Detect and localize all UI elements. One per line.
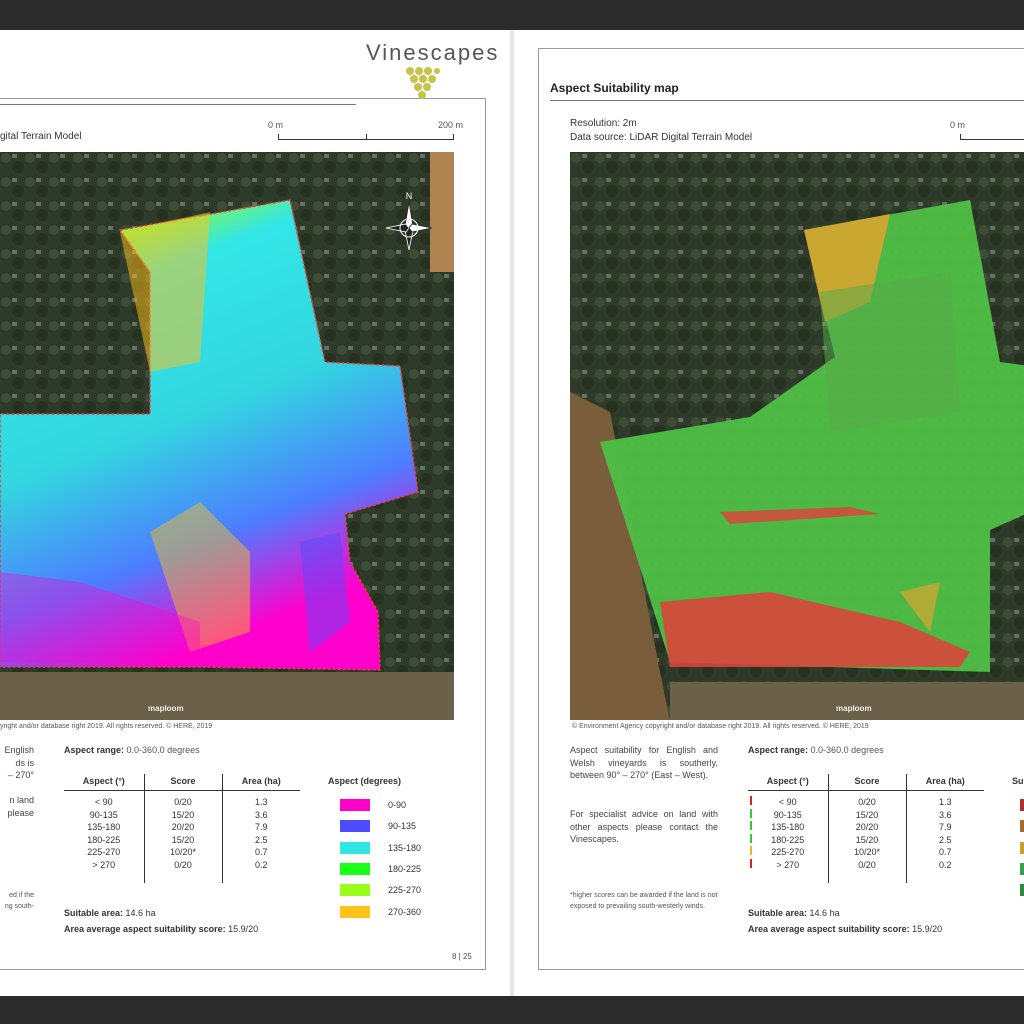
scale-start: 0 m: [268, 120, 284, 130]
table-row: 225-270 10/20* 0.7: [64, 846, 300, 859]
aspect-score-table: Aspect (°) Score Area (ha) < 90 0/20 1.3 9…: [64, 774, 300, 883]
scale-start: 0 m: [950, 120, 966, 130]
scale-bar: 0 m 200 m: [264, 120, 474, 140]
grapes-logo-icon: [406, 67, 440, 99]
header-rule: [0, 104, 356, 105]
footnote: *higher scores can be awarded if the lan…: [570, 892, 718, 910]
score-flag: [750, 808, 752, 818]
legend-label: 135-180: [388, 842, 422, 853]
table-row: 90-135 15/20 3.6: [748, 808, 984, 821]
vinescapes-logo: Vinescapes: [366, 40, 500, 65]
aspect-score-table: Aspect (°) Score Area (ha) < 90 0/20 1.3 9…: [748, 774, 984, 883]
page-number: 8 | 25: [452, 952, 472, 961]
side-description: English ds is – 270° n land please: [4, 745, 34, 818]
table-row: < 90 0/20 1.3: [64, 790, 300, 809]
legend-swatch: [340, 905, 370, 918]
table-row: 180-225 15/20 2.5: [748, 833, 984, 846]
score-flag: [750, 858, 752, 868]
score-flag: [750, 796, 752, 805]
north-label: N: [406, 191, 413, 201]
table-row: 135-180 20/20 7.9: [64, 821, 300, 834]
specialist-advice-text: For specialist advice on land with other…: [570, 809, 718, 844]
legend-label: 225-270: [388, 885, 422, 896]
viewer-top-bar: [0, 0, 1024, 30]
legend-swatch: [1020, 862, 1024, 875]
map-watermark: maploom: [148, 704, 184, 713]
legend-label: 90-135: [388, 821, 417, 832]
score-flag: [750, 833, 752, 843]
legend-item: 270-360: [340, 905, 422, 918]
copyright-note: © Environment Agency copyright and/or da…: [572, 723, 869, 730]
table-row: 225-270 10/20* 0.7: [748, 846, 984, 859]
legend-swatch: [1020, 884, 1024, 897]
footnote-partial: ed if the ng south-: [4, 892, 34, 910]
compass-rose-icon: N: [385, 191, 433, 251]
suitable-area: Suitable area: 14.6 ha: [748, 908, 840, 918]
left-page: Vinescapes gital Terrain Model 0 m 200 m: [0, 30, 510, 996]
scale-end: 200 m: [438, 120, 464, 130]
resolution-label: Resolution: 2m: [570, 118, 637, 129]
legend-swatch: [340, 841, 370, 854]
average-score: Area average aspect suitability score: 1…: [64, 924, 259, 934]
table-row: > 270 0/20 0.2: [64, 858, 300, 883]
legend-label: 270-360: [388, 906, 422, 917]
header-rule: [550, 100, 1024, 101]
aspect-suitability-description: Aspect suitability for English and Welsh…: [570, 745, 718, 780]
legend-swatch: [1020, 841, 1024, 854]
legend-swatch: [1020, 799, 1024, 811]
table-row: 135-180 20/20 7.9: [748, 821, 984, 834]
table-row: < 90 0/20 1.3: [748, 790, 984, 809]
page-title: Aspect Suitability map: [550, 81, 679, 95]
legend-swatch: [340, 884, 370, 897]
table-row: 90-135 15/20 3.6: [64, 808, 300, 821]
legend-title: Su: [1012, 776, 1024, 786]
legend-item: 180-225: [340, 862, 422, 875]
average-score: Area average aspect suitability score: 1…: [748, 924, 943, 934]
viewer-bottom-bar: [0, 996, 1024, 1024]
data-source-label: Data source: LiDAR Digital Terrain Model: [570, 132, 753, 143]
copyright-note: yright and/or database right 2019. All r…: [0, 723, 213, 730]
legend-swatch: [340, 799, 370, 811]
table-row: > 270 0/20 0.2: [748, 858, 984, 883]
suitable-area: Suitable area: 14.6 ha: [64, 908, 156, 918]
legend-item: 90-135: [340, 820, 417, 833]
legend-item: 135-180: [340, 841, 422, 854]
table-row: 180-225 15/20 2.5: [64, 833, 300, 846]
score-flag: [750, 821, 752, 830]
map-watermark: maploom: [836, 704, 872, 713]
legend-item: 0-90: [340, 799, 406, 811]
scale-bar: 0 m: [950, 120, 1024, 140]
legend-label: 180-225: [388, 863, 422, 874]
legend-title: Aspect (degrees): [328, 776, 402, 786]
data-source-label: gital Terrain Model: [0, 131, 82, 142]
legend-item: 225-270: [340, 884, 422, 897]
suitability-map[interactable]: maploom: [570, 152, 1024, 720]
legend-swatch: [340, 862, 370, 875]
aspect-range: Aspect range: 0.0-360.0 degrees: [64, 745, 200, 755]
aspect-map[interactable]: N maploom: [0, 152, 454, 720]
aspect-range: Aspect range: 0.0-360.0 degrees: [748, 745, 884, 755]
legend-label: 0-90: [388, 800, 407, 810]
legend-swatch: [1020, 820, 1024, 833]
legend-swatch: [340, 820, 370, 833]
right-page: Aspect Suitability map Resolution: 2m Da…: [514, 30, 1024, 996]
score-flag: [750, 846, 752, 855]
